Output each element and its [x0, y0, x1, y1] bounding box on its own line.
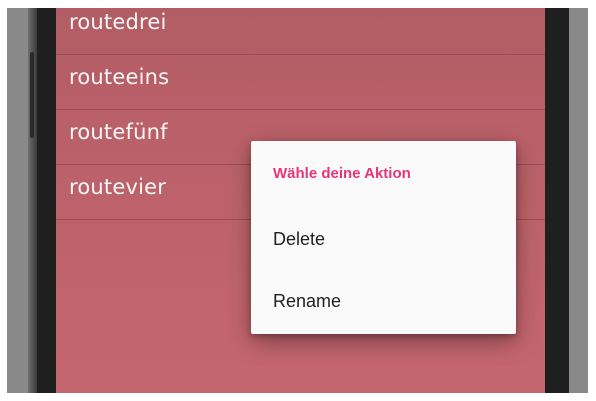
- screenshot-stage: routedrei routeeins routefünf routevier …: [0, 0, 596, 401]
- rename-option[interactable]: Rename: [251, 273, 516, 329]
- action-dialog: Wähle deine Aktion Delete Rename: [251, 141, 516, 334]
- delete-option[interactable]: Delete: [251, 211, 516, 267]
- delete-option-label: Delete: [273, 229, 326, 249]
- rename-option-label: Rename: [273, 291, 342, 311]
- phone-side-button: [30, 52, 34, 138]
- dialog-title: Wähle deine Aktion: [273, 165, 411, 182]
